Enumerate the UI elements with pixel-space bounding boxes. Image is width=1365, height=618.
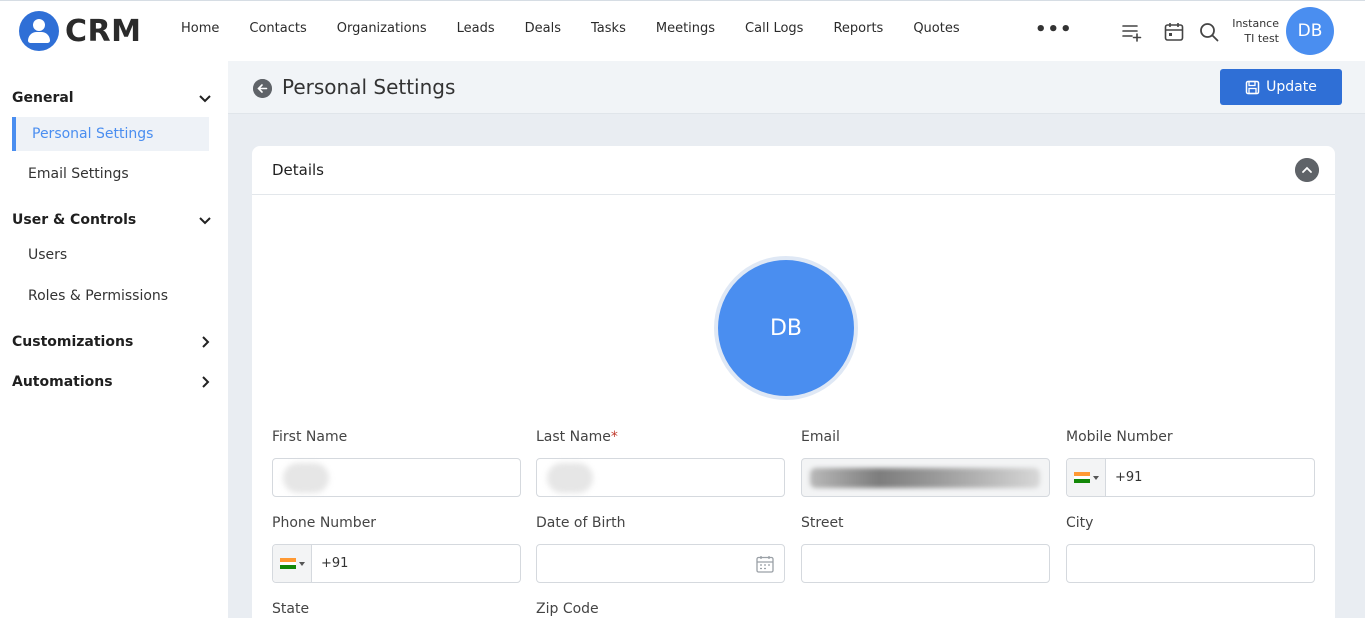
sidebar-group-user-controls[interactable]: User & Controls [12,212,212,228]
instance-info: Instance TI test [1222,16,1279,46]
update-button-label: Update [1266,79,1317,95]
nav-quotes[interactable]: Quotes [898,21,974,36]
sidebar-group-general[interactable]: General [12,90,212,106]
nav-call-logs[interactable]: Call Logs [730,21,818,36]
sidebar-item-users[interactable]: Users [12,238,209,272]
street-label: Street [801,515,844,531]
phone-number-label: Phone Number [272,515,377,531]
search-icon[interactable] [1197,20,1221,44]
first-name-label: First Name [272,429,348,445]
india-flag-icon [279,558,296,570]
main-content: Personal Settings Update Details DB Firs… [228,61,1365,618]
sidebar-item-personal-settings[interactable]: Personal Settings [12,117,209,151]
instance-name: TI test [1244,32,1279,45]
last-name-field[interactable] [536,458,785,497]
last-name-label-text: Last Name [536,429,611,445]
mobile-number-field[interactable]: +91 [1066,458,1315,497]
nav-organizations[interactable]: Organizations [322,21,442,36]
main-nav: Home Contacts Organizations Leads Deals … [166,21,975,36]
app-logo[interactable]: CRM [19,11,141,51]
email-field[interactable] [801,458,1050,497]
redacted-value [810,468,1040,488]
date-of-birth-label: Date of Birth [536,515,626,531]
sidebar-group-label: General [12,90,74,106]
sidebar-item-roles-permissions[interactable]: Roles & Permissions [12,279,209,313]
details-card-header: Details [252,146,1335,195]
date-of-birth-field[interactable] [536,544,785,583]
user-icon [19,11,59,51]
last-name-label: Last Name* [536,429,618,445]
back-arrow-icon[interactable] [253,79,272,98]
nav-reports[interactable]: Reports [818,21,898,36]
sidebar-group-label: Automations [12,374,113,390]
add-list-icon[interactable] [1120,20,1144,44]
first-name-field[interactable] [272,458,521,497]
chevron-down-icon [199,95,211,103]
city-label: City [1066,515,1094,531]
user-avatar[interactable]: DB [1286,7,1334,55]
phone-country-code: +91 [321,556,349,571]
nav-tasks[interactable]: Tasks [576,21,641,36]
sidebar-item-label: Email Settings [28,166,129,182]
details-card: Details DB First Name Last Name* Email M… [252,146,1335,618]
chevron-right-icon [202,376,210,388]
chevron-down-icon [199,217,211,225]
nav-meetings[interactable]: Meetings [641,21,730,36]
caret-down-icon [1092,475,1099,480]
chevron-right-icon [202,336,210,348]
more-menu-icon[interactable]: ••• [1035,19,1073,40]
update-button[interactable]: Update [1220,69,1342,105]
top-navbar: CRM Home Contacts Organizations Leads De… [0,0,1365,61]
city-field[interactable] [1066,544,1315,583]
chevron-up-icon[interactable] [1295,158,1319,182]
state-label: State [272,601,310,617]
nav-contacts[interactable]: Contacts [234,21,321,36]
date-of-birth-input[interactable] [537,545,784,582]
caret-down-icon [298,561,305,566]
calendar-icon[interactable] [755,554,775,574]
sidebar-group-customizations[interactable]: Customizations [12,334,212,350]
sidebar-item-label: Users [28,247,68,263]
instance-label: Instance [1232,17,1279,30]
redacted-value [547,463,593,493]
city-input[interactable] [1067,545,1314,582]
india-flag-icon [1073,472,1090,484]
sidebar-item-label: Personal Settings [32,126,154,142]
sidebar-item-email-settings[interactable]: Email Settings [12,157,209,191]
profile-avatar[interactable]: DB [714,256,858,400]
email-label: Email [801,429,840,445]
redacted-value [283,463,329,493]
sidebar-group-label: User & Controls [12,212,137,228]
nav-home[interactable]: Home [166,21,234,36]
country-code-dropdown[interactable] [273,545,312,582]
country-code-dropdown[interactable] [1067,459,1106,496]
calendar-icon[interactable] [1162,20,1186,44]
zip-code-label: Zip Code [536,601,599,617]
sidebar-group-label: Customizations [12,334,134,350]
nav-deals[interactable]: Deals [510,21,576,36]
sidebar-item-label: Roles & Permissions [28,288,169,304]
phone-number-field[interactable]: +91 [272,544,521,583]
street-field[interactable] [801,544,1050,583]
mobile-number-label: Mobile Number [1066,429,1173,445]
save-icon [1245,80,1260,94]
mobile-country-code: +91 [1115,470,1143,485]
sidebar-group-automations[interactable]: Automations [12,374,212,390]
page-header: Personal Settings Update [228,61,1365,114]
page-title: Personal Settings [282,75,456,99]
logo-text: CRM [65,13,142,49]
street-input[interactable] [802,545,1049,582]
required-mark: * [610,429,618,445]
nav-leads[interactable]: Leads [442,21,510,36]
settings-sidebar: General Personal Settings Email Settings… [0,61,228,618]
details-title: Details [272,161,325,179]
